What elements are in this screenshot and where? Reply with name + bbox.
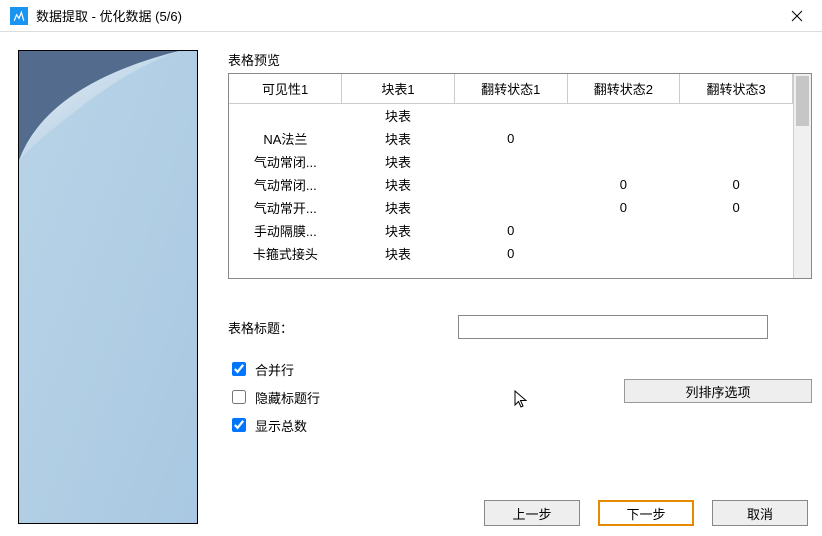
table-preview: 可见性1 块表1 翻转状态1 翻转状态2 翻转状态3 块表NA法兰块表0气动常闭… xyxy=(228,73,812,279)
col-header[interactable]: 可见性1 xyxy=(229,74,342,104)
table-cell xyxy=(454,196,567,219)
table-cell: 气动常闭... xyxy=(229,173,342,196)
hide-title-row-checkbox[interactable]: 隐藏标题行 xyxy=(228,387,624,407)
table-cell: 块表 xyxy=(342,150,455,173)
table-cell xyxy=(229,104,342,128)
next-button[interactable]: 下一步 xyxy=(598,500,694,526)
cancel-button[interactable]: 取消 xyxy=(712,500,808,526)
table-cell: 0 xyxy=(454,127,567,150)
table-cell xyxy=(680,242,793,265)
table-cell xyxy=(567,127,680,150)
table-cell xyxy=(454,104,567,128)
table-cell xyxy=(680,150,793,173)
table-cell xyxy=(680,219,793,242)
merge-rows-checkbox[interactable]: 合并行 xyxy=(228,359,624,379)
prev-button[interactable]: 上一步 xyxy=(484,500,580,526)
col-header[interactable]: 块表1 xyxy=(342,74,455,104)
table-title-input[interactable] xyxy=(458,315,768,339)
table-cell: 0 xyxy=(567,196,680,219)
vertical-scrollbar[interactable] xyxy=(793,74,811,278)
col-header[interactable]: 翻转状态2 xyxy=(567,74,680,104)
table-cell xyxy=(454,173,567,196)
scrollbar-thumb[interactable] xyxy=(796,76,809,126)
table-row[interactable]: 气动常闭...块表 xyxy=(229,150,793,173)
table-preview-label: 表格预览 xyxy=(228,50,812,69)
table-cell: 块表 xyxy=(342,242,455,265)
close-button[interactable] xyxy=(782,1,812,31)
col-header[interactable]: 翻转状态3 xyxy=(680,74,793,104)
show-total-checkbox[interactable]: 显示总数 xyxy=(228,415,624,435)
table-cell: 块表 xyxy=(342,219,455,242)
table-row[interactable]: 气动常闭...块表 00 xyxy=(229,173,793,196)
table-cell: 气动常闭... xyxy=(229,150,342,173)
table-row[interactable]: 气动常开...块表 00 xyxy=(229,196,793,219)
table-cell xyxy=(567,219,680,242)
column-sort-options-button[interactable]: 列排序选项 xyxy=(624,379,812,403)
table-cell: 0 xyxy=(680,173,793,196)
app-icon xyxy=(10,7,28,25)
table-row[interactable]: 手动隔膜...块表0 xyxy=(229,219,793,242)
table-cell: NA法兰 xyxy=(229,127,342,150)
preview-pane xyxy=(18,50,198,524)
table-cell: 卡箍式接头 xyxy=(229,242,342,265)
titlebar: 数据提取 - 优化数据 (5/6) xyxy=(0,0,822,32)
table-cell xyxy=(680,127,793,150)
table-cell: 0 xyxy=(454,242,567,265)
table-cell xyxy=(567,242,680,265)
table-cell: 块表 xyxy=(342,173,455,196)
window-title: 数据提取 - 优化数据 (5/6) xyxy=(36,6,782,25)
table-row[interactable]: 卡箍式接头块表0 xyxy=(229,242,793,265)
table-cell xyxy=(454,150,567,173)
table-cell: 气动常开... xyxy=(229,196,342,219)
table-cell: 块表 xyxy=(342,104,455,128)
table-row[interactable]: 块表 xyxy=(229,104,793,128)
table-cell: 0 xyxy=(567,173,680,196)
table-cell xyxy=(567,104,680,128)
table-cell: 块表 xyxy=(342,196,455,219)
col-header[interactable]: 翻转状态1 xyxy=(454,74,567,104)
table-cell: 块表 xyxy=(342,127,455,150)
table-cell: 0 xyxy=(680,196,793,219)
footer-buttons: 上一步 下一步 取消 xyxy=(484,500,808,526)
table-row[interactable]: NA法兰块表0 xyxy=(229,127,793,150)
table-cell xyxy=(680,104,793,128)
table-cell: 手动隔膜... xyxy=(229,219,342,242)
table-title-label: 表格标题： xyxy=(228,318,458,337)
table-cell xyxy=(567,150,680,173)
table-cell: 0 xyxy=(454,219,567,242)
